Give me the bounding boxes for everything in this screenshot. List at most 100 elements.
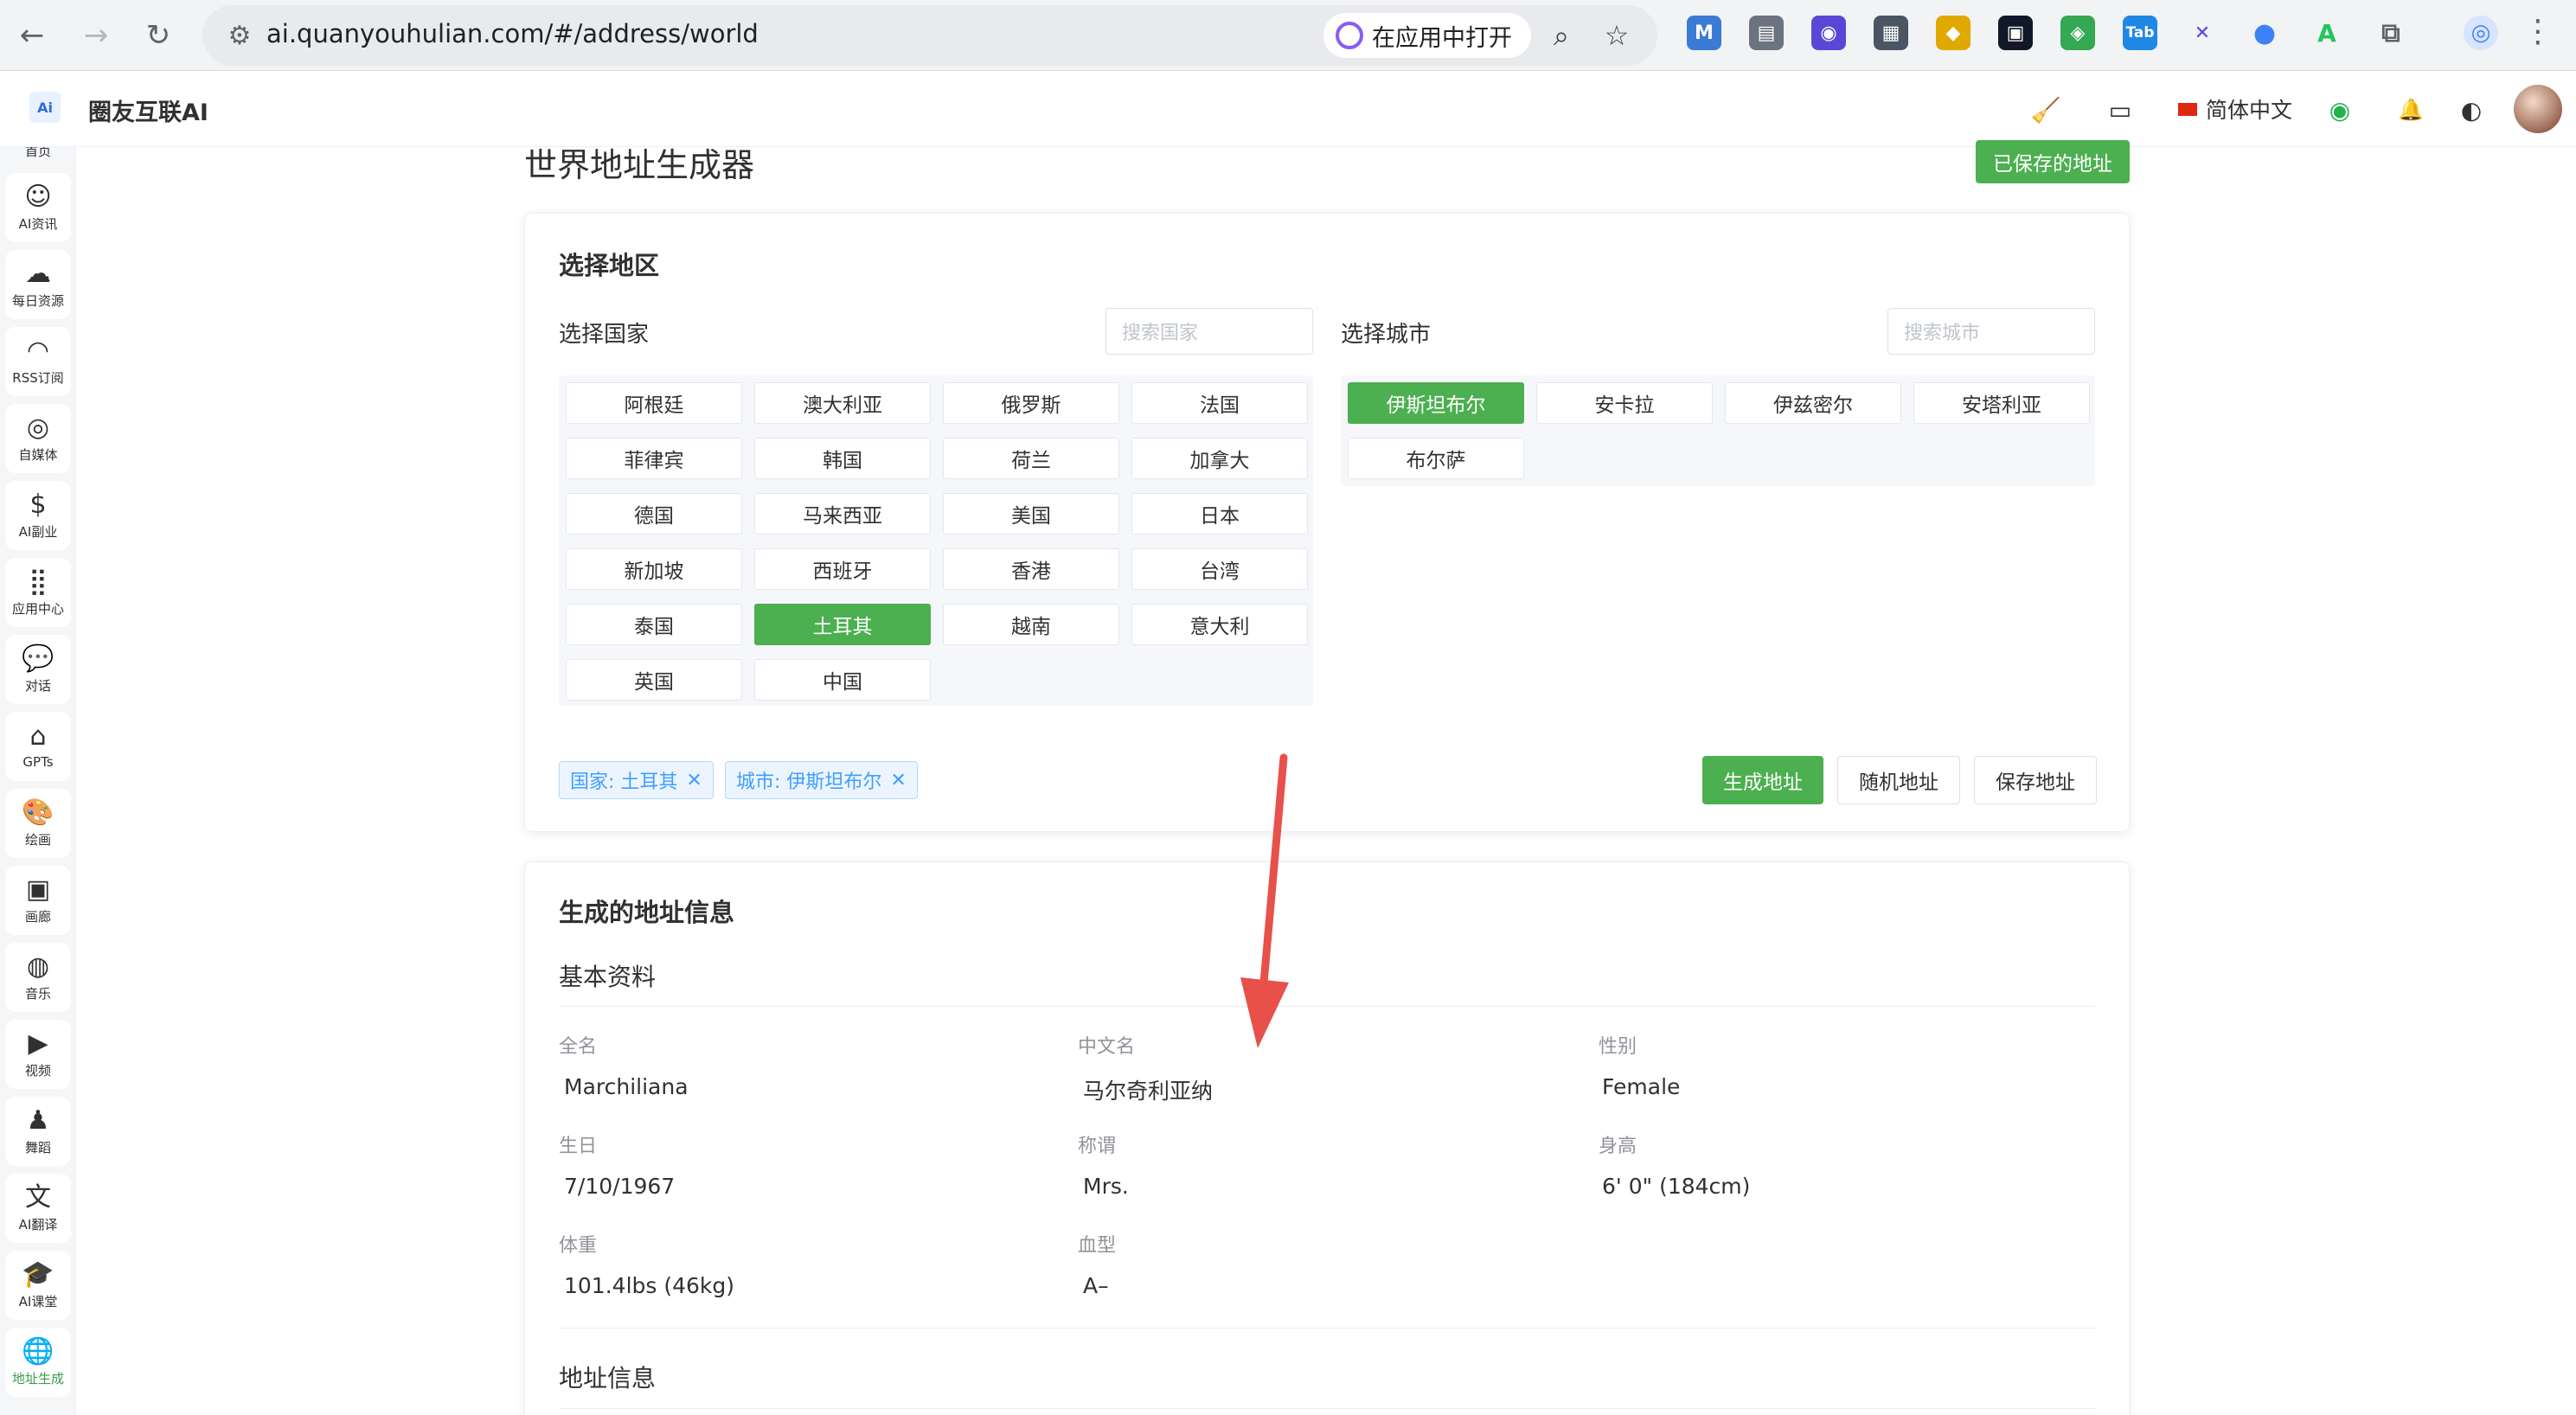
result-card-title: 生成的地址信息 <box>559 898 735 927</box>
sidebar-item-chat[interactable]: 💬 对话 <box>5 635 71 704</box>
country-search-input[interactable]: 搜索国家 <box>1105 308 1313 355</box>
sidebar-item-home[interactable]: 首页 <box>5 147 71 160</box>
city-option[interactable]: 布尔萨 <box>1348 438 1524 479</box>
country-option[interactable]: 马来西亚 <box>754 493 931 535</box>
divider <box>559 1006 2095 1007</box>
extension-circle-icon[interactable]: ● <box>2247 16 2282 50</box>
country-option[interactable]: 澳大利亚 <box>754 382 931 424</box>
country-option[interactable]: 加拿大 <box>1131 438 1308 479</box>
country-option[interactable]: 俄罗斯 <box>943 382 1119 424</box>
sidebar-item-daily-resources[interactable]: ☁ 每日资源 <box>5 250 71 319</box>
forward-arrow-icon[interactable]: → <box>73 12 119 59</box>
country-option[interactable]: 荷兰 <box>943 438 1119 479</box>
country-label: 选择国家 <box>559 322 650 348</box>
url-text[interactable]: ai.quanyouhulian.com/#/address/world <box>266 19 759 48</box>
open-in-app-label: 在应用中打开 <box>1372 24 1512 52</box>
sidebar-item-label: 对话 <box>24 677 51 694</box>
broom-icon[interactable]: 🧹 <box>2029 93 2062 126</box>
extension-tab-icon[interactable]: Tab <box>2123 16 2157 50</box>
country-option[interactable]: 韩国 <box>754 438 931 479</box>
close-icon[interactable]: ✕ <box>890 770 906 791</box>
random-address-button[interactable]: 随机地址 <box>1837 756 1960 804</box>
full-name-value: Marchiliana <box>564 1074 689 1099</box>
extension-notion-icon[interactable]: ▣ <box>1998 16 2033 50</box>
country-option[interactable]: 意大利 <box>1131 604 1308 645</box>
sidebar-item-gallery[interactable]: ▣ 画廊 <box>5 866 71 935</box>
sidebar-item-rss[interactable]: ◠ RSS订阅 <box>5 327 71 396</box>
country-option[interactable]: 阿根廷 <box>566 382 742 424</box>
extension-qr-icon[interactable]: ▦ <box>1874 16 1908 50</box>
extensions-puzzle-icon[interactable]: ⧉ <box>2374 16 2408 50</box>
browser-menu-icon[interactable]: ⋮ <box>2522 14 2554 49</box>
sidebar-item-media[interactable]: ◎ 自媒体 <box>5 404 71 473</box>
weight-value: 101.4lbs (46kg) <box>564 1273 735 1298</box>
profile-icon[interactable]: ◎ <box>2464 16 2498 50</box>
open-in-app-button[interactable]: 在应用中打开 <box>1323 13 1531 58</box>
wechat-icon[interactable]: ◉ <box>2323 93 2356 126</box>
country-option-selected[interactable]: 土耳其 <box>754 604 931 645</box>
country-option[interactable]: 美国 <box>943 493 1119 535</box>
country-option[interactable]: 法国 <box>1131 382 1308 424</box>
country-option[interactable]: 香港 <box>943 548 1119 590</box>
reload-icon[interactable]: ↻ <box>135 12 182 59</box>
saved-addresses-button[interactable]: 已保存的地址 <box>1976 140 2130 183</box>
extension-reader-icon[interactable]: ▤ <box>1749 16 1784 50</box>
country-option[interactable]: 英国 <box>566 659 742 701</box>
page-title: 世界地址生成器 <box>524 146 755 184</box>
sidebar-item-ai-news[interactable]: ☺ AI资讯 <box>5 173 71 242</box>
sidebar-item-label: 画廊 <box>24 908 51 925</box>
extension-m-icon[interactable]: M <box>1687 16 1721 50</box>
sidebar-item-translate[interactable]: 文 AI翻译 <box>5 1174 71 1243</box>
app-name[interactable]: 圈友互联AI <box>88 93 208 127</box>
extension-bot-icon[interactable]: ◉ <box>1811 16 1846 50</box>
extension-a-icon[interactable]: A <box>2310 16 2344 50</box>
city-option-selected[interactable]: 伊斯坦布尔 <box>1348 382 1524 424</box>
country-option[interactable]: 菲律宾 <box>566 438 742 479</box>
zoom-icon[interactable]: ⌕ <box>1543 17 1580 54</box>
city-option[interactable]: 伊兹密尔 <box>1725 382 1901 424</box>
sidebar-item-address-generator[interactable]: 🌐 地址生成 <box>5 1328 71 1397</box>
close-icon[interactable]: ✕ <box>686 770 702 791</box>
city-option[interactable]: 安卡拉 <box>1536 382 1713 424</box>
city-search-input[interactable]: 搜索城市 <box>1887 308 2095 355</box>
save-address-button[interactable]: 保存地址 <box>1974 756 2097 804</box>
country-grid: 阿根廷 澳大利亚 俄罗斯 法国 菲律宾 韩国 荷兰 加拿大 德国 马来西亚 美国… <box>559 375 1313 706</box>
sidebar-item-side-business[interactable]: $ AI副业 <box>5 481 71 550</box>
extension-tiger-icon[interactable]: ◆ <box>1936 16 1970 50</box>
generate-address-button[interactable]: 生成地址 <box>1702 756 1823 804</box>
address-bar[interactable]: ⚙ ai.quanyouhulian.com/#/address/world 在… <box>202 5 1657 66</box>
sidebar-item-video[interactable]: ▶ 视频 <box>5 1020 71 1089</box>
city-tag-label: 城市: 伊斯坦布尔 <box>736 772 882 793</box>
sidebar-item-classroom[interactable]: 🎓 AI课堂 <box>5 1251 71 1320</box>
country-option[interactable]: 台湾 <box>1131 548 1308 590</box>
screen-icon[interactable]: ▭ <box>2104 93 2137 126</box>
avatar[interactable] <box>2514 85 2562 133</box>
country-option[interactable]: 中国 <box>754 659 931 701</box>
country-option[interactable]: 泰国 <box>566 604 742 645</box>
site-settings-icon[interactable]: ⚙ <box>221 17 258 54</box>
country-option[interactable]: 西班牙 <box>754 548 931 590</box>
app-logo[interactable]: Ai <box>29 92 61 123</box>
country-option[interactable]: 德国 <box>566 493 742 535</box>
sidebar-item-app-center[interactable]: ⣿ 应用中心 <box>5 558 71 627</box>
country-option[interactable]: 越南 <box>943 604 1119 645</box>
sidebar-item-gpts[interactable]: ⌂ GPTs <box>5 712 71 781</box>
extension-x-icon[interactable]: ✕ <box>2185 16 2220 50</box>
extension-shield-icon[interactable]: ◈ <box>2060 16 2095 50</box>
sidebar-item-label: AI课堂 <box>18 1293 58 1309</box>
image-icon: ▣ <box>25 874 51 905</box>
sidebar-item-music[interactable]: ◍ 音乐 <box>5 943 71 1012</box>
sidebar-item-label: 绘画 <box>24 831 51 848</box>
language-selector[interactable]: 简体中文 <box>2178 93 2292 125</box>
country-option[interactable]: 日本 <box>1131 493 1308 535</box>
back-arrow-icon[interactable]: ← <box>9 12 55 59</box>
theme-toggle-icon[interactable]: ◐ <box>2455 93 2488 126</box>
sidebar-item-dance[interactable]: ♟ 舞蹈 <box>5 1097 71 1166</box>
sidebar-item-label: 音乐 <box>24 985 51 1002</box>
bell-icon[interactable]: 🔔 <box>2394 93 2427 126</box>
bookmark-star-icon[interactable]: ☆ <box>1599 17 1635 54</box>
height-label: 身高 <box>1599 1136 1637 1157</box>
city-option[interactable]: 安塔利亚 <box>1913 382 2090 424</box>
country-option[interactable]: 新加坡 <box>566 548 742 590</box>
sidebar-item-painting[interactable]: 🎨 绘画 <box>5 789 71 858</box>
